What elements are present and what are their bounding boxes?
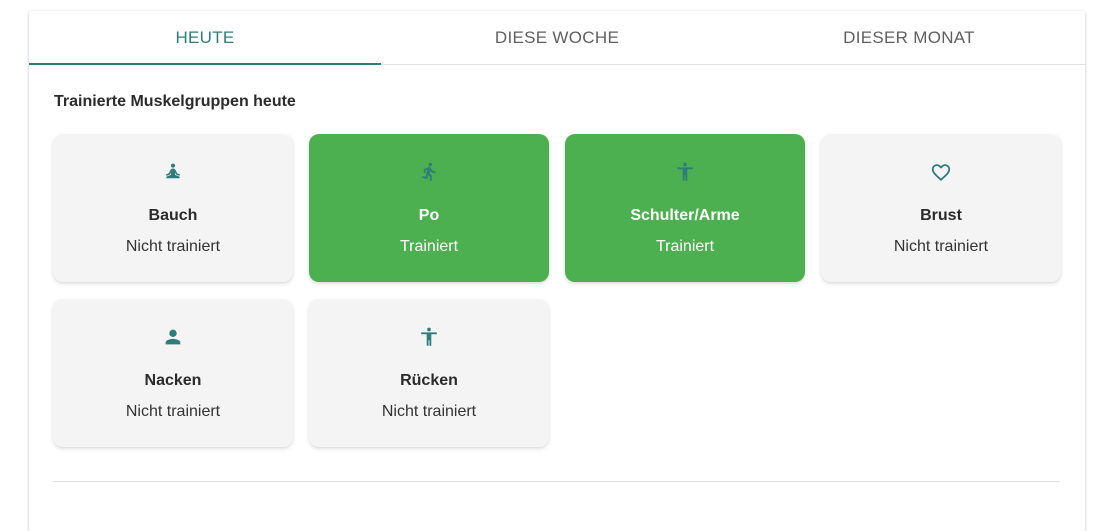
- accessibility-person-icon: [673, 160, 697, 184]
- tab-diese-woche[interactable]: DIESE WOCHE: [381, 11, 733, 64]
- training-status: Nicht trainiert: [125, 238, 221, 255]
- divider: [53, 481, 1060, 482]
- training-status: Nicht trainiert: [381, 403, 477, 420]
- meditation-icon: [161, 160, 185, 184]
- person-icon: [161, 325, 185, 349]
- muscle-name: Bauch: [148, 207, 198, 224]
- muscle-name: Brust: [920, 207, 962, 224]
- muscle-tile-bauch[interactable]: Bauch Nicht trainiert: [53, 134, 293, 282]
- muscle-name: Nacken: [144, 372, 202, 389]
- muscle-name: Schulter/Arme: [630, 207, 740, 224]
- muscle-tile-po[interactable]: Po Trainiert: [309, 134, 549, 282]
- muscle-tile-ruecken[interactable]: Rücken Nicht trainiert: [309, 299, 549, 447]
- training-status: Nicht trainiert: [893, 238, 989, 255]
- training-status: Trainiert: [399, 238, 459, 255]
- training-status: Trainiert: [655, 238, 715, 255]
- muscle-stats-card: HEUTE DIESE WOCHE DIESER MONAT Trainiert…: [29, 11, 1085, 531]
- section-title: Trainierte Muskelgruppen heute: [54, 93, 296, 110]
- walking-person-icon: [417, 160, 441, 184]
- heart-outline-icon: [929, 160, 953, 184]
- muscle-tile-nacken[interactable]: Nacken Nicht trainiert: [53, 299, 293, 447]
- training-status: Nicht trainiert: [125, 403, 221, 420]
- period-tabs: HEUTE DIESE WOCHE DIESER MONAT: [29, 11, 1085, 65]
- muscle-name: Po: [418, 207, 440, 224]
- tab-heute[interactable]: HEUTE: [29, 11, 381, 65]
- muscle-tile-schulter-arme[interactable]: Schulter/Arme Trainiert: [565, 134, 805, 282]
- accessibility-person-icon: [417, 325, 441, 349]
- tab-dieser-monat[interactable]: DIESER MONAT: [733, 11, 1085, 64]
- muscle-tile-brust[interactable]: Brust Nicht trainiert: [821, 134, 1061, 282]
- muscle-name: Rücken: [400, 372, 458, 389]
